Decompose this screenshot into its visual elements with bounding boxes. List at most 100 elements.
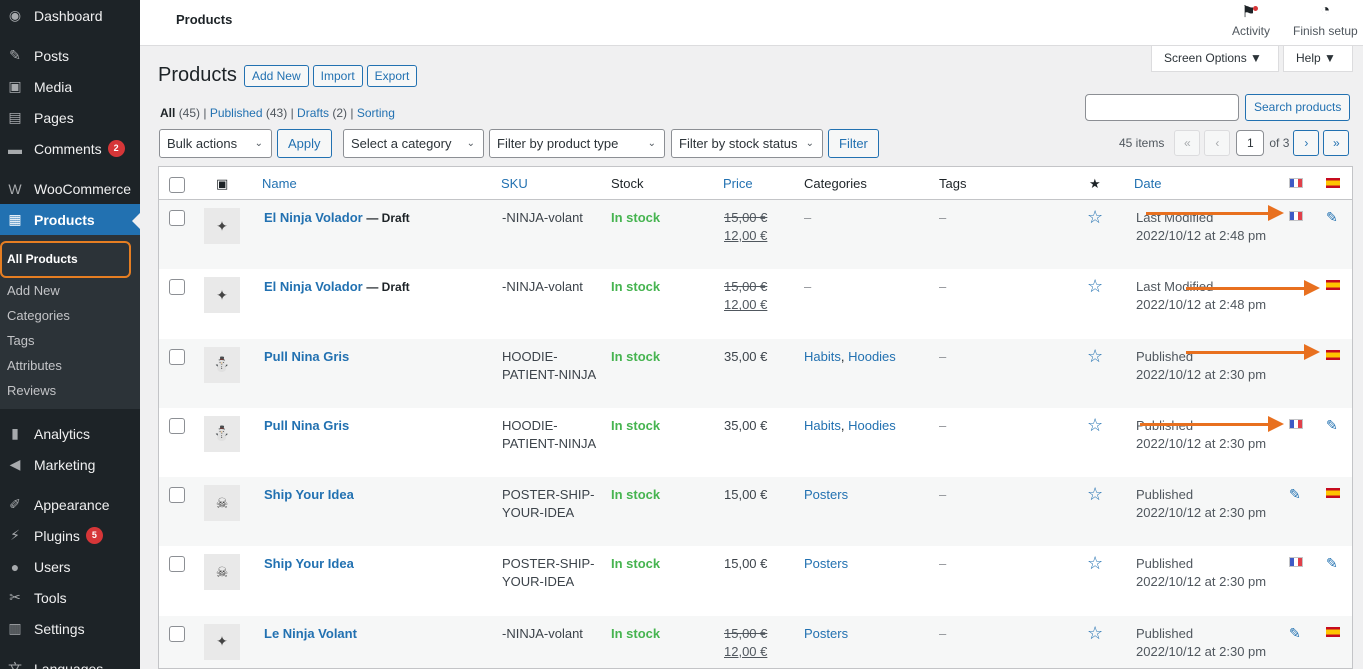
- sidebar-item-analytics[interactable]: ▮ Analytics: [0, 418, 140, 449]
- category-link[interactable]: Posters: [804, 556, 848, 571]
- product-thumbnail[interactable]: ✦: [204, 208, 240, 244]
- category-link[interactable]: Habits: [804, 349, 841, 364]
- help-button[interactable]: Help ▼: [1283, 46, 1353, 72]
- column-sku[interactable]: SKU: [501, 176, 528, 191]
- column-price[interactable]: Price: [723, 176, 753, 191]
- category-link[interactable]: Hoodies: [848, 418, 896, 433]
- screen-options-button[interactable]: Screen Options ▼: [1151, 46, 1279, 72]
- row-checkbox[interactable]: [169, 348, 185, 365]
- sidebar-item-pages[interactable]: ▤ Pages: [0, 102, 140, 133]
- view-all[interactable]: All: [160, 106, 175, 120]
- flag-es-icon[interactable]: [1326, 488, 1340, 499]
- category-link[interactable]: Hoodies: [848, 349, 896, 364]
- date-value: 2022/10/12 at 2:48 pm: [1136, 297, 1267, 313]
- edit-translation-es-icon[interactable]: ✎: [1326, 209, 1338, 226]
- product-name-cell: Le Ninja Volant: [264, 625, 357, 643]
- flag-fr-icon[interactable]: [1289, 211, 1303, 221]
- submenu-all-products[interactable]: All Products: [0, 241, 131, 278]
- product-type-select[interactable]: Filter by product type ⌄: [489, 129, 665, 158]
- submenu-add-new[interactable]: Add New: [0, 278, 140, 303]
- last-page-button[interactable]: »: [1323, 130, 1350, 156]
- sidebar-item-products[interactable]: ▦ Products: [0, 204, 140, 235]
- row-checkbox[interactable]: [169, 210, 185, 226]
- edit-translation-fr-icon[interactable]: ✎: [1289, 486, 1301, 503]
- submenu-categories[interactable]: Categories: [0, 303, 140, 328]
- product-name-link[interactable]: Ship Your Idea: [264, 556, 354, 571]
- sidebar-item-comments[interactable]: ▬ Comments 2: [0, 133, 140, 164]
- annotation-arrow: [1186, 344, 1320, 360]
- product-thumbnail[interactable]: ✦: [204, 623, 240, 660]
- product-thumbnail[interactable]: ⛄: [204, 346, 240, 383]
- submenu-attributes[interactable]: Attributes: [0, 353, 140, 378]
- featured-star-icon[interactable]: ☆: [1087, 346, 1103, 367]
- add-new-button[interactable]: Add New: [243, 64, 309, 87]
- category-select[interactable]: Select a category ⌄: [343, 129, 484, 158]
- product-name-link[interactable]: Pull Nina Gris: [264, 349, 349, 364]
- featured-star-icon[interactable]: ☆: [1087, 415, 1103, 436]
- column-date[interactable]: Date: [1134, 176, 1161, 191]
- column-name[interactable]: Name: [262, 176, 297, 191]
- view-published[interactable]: Published: [210, 106, 263, 120]
- bulk-actions-select[interactable]: Bulk actions ⌄: [159, 129, 272, 158]
- flag-es-icon[interactable]: [1326, 349, 1340, 360]
- flag-fr-icon[interactable]: [1289, 557, 1303, 568]
- sidebar-item-plugins[interactable]: ⚡ Plugins 5: [0, 520, 140, 551]
- import-button[interactable]: Import: [312, 64, 363, 87]
- sidebar-item-tools[interactable]: ✂ Tools: [0, 582, 140, 613]
- view-sorting[interactable]: Sorting: [357, 106, 395, 120]
- sidebar-item-marketing[interactable]: ◀ Marketing: [0, 449, 140, 480]
- activity-button[interactable]: ⚑ Activity: [1232, 2, 1270, 38]
- next-page-button[interactable]: ›: [1293, 130, 1320, 156]
- product-name-link[interactable]: El Ninja Volador: [264, 279, 363, 294]
- edit-translation-es-icon[interactable]: ✎: [1326, 555, 1338, 572]
- row-checkbox[interactable]: [169, 625, 185, 642]
- featured-star-icon[interactable]: ☆: [1087, 207, 1103, 228]
- category-link[interactable]: Habits: [804, 418, 841, 433]
- sidebar-item-languages[interactable]: 文 Languages: [0, 653, 140, 669]
- date-status: Published: [1136, 556, 1194, 572]
- row-checkbox[interactable]: [169, 556, 185, 573]
- category-link[interactable]: Posters: [804, 487, 848, 502]
- product-thumbnail[interactable]: ✦: [204, 277, 240, 314]
- search-products-button[interactable]: Search products: [1245, 94, 1351, 121]
- sidebar-item-media[interactable]: ▣ Media: [0, 71, 140, 102]
- sidebar-item-posts[interactable]: ✎ Posts: [0, 40, 140, 71]
- search-input[interactable]: [1085, 94, 1239, 121]
- row-checkbox[interactable]: [169, 279, 185, 296]
- row-checkbox[interactable]: [169, 417, 185, 434]
- row-checkbox[interactable]: [169, 487, 185, 504]
- export-button[interactable]: Export: [366, 64, 418, 87]
- sidebar-item-users[interactable]: ● Users: [0, 551, 140, 582]
- sidebar-item-dashboard[interactable]: ◉ Dashboard: [0, 0, 140, 31]
- apply-button[interactable]: Apply: [277, 129, 332, 158]
- edit-translation-es-icon[interactable]: ✎: [1326, 417, 1338, 434]
- product-name-link[interactable]: Pull Nina Gris: [264, 418, 349, 433]
- finish-setup-button[interactable]: ◔ Finish setup: [1293, 2, 1358, 38]
- product-thumbnail[interactable]: ⛄: [204, 415, 240, 452]
- edit-translation-fr-icon[interactable]: ✎: [1289, 625, 1301, 642]
- price-cell: 35,00 €: [724, 348, 767, 366]
- filter-button[interactable]: Filter: [828, 129, 879, 158]
- submenu-reviews[interactable]: Reviews: [0, 378, 140, 403]
- featured-star-icon[interactable]: ☆: [1087, 553, 1103, 574]
- product-thumbnail[interactable]: ☠: [204, 485, 240, 522]
- view-drafts[interactable]: Drafts: [297, 106, 329, 120]
- product-name-link[interactable]: Le Ninja Volant: [264, 626, 357, 641]
- product-thumbnail[interactable]: ☠: [204, 554, 240, 591]
- stock-status-select[interactable]: Filter by stock status ⌄: [671, 129, 823, 158]
- flag-fr-icon[interactable]: [1289, 418, 1303, 429]
- product-name-link[interactable]: Ship Your Idea: [264, 487, 354, 502]
- featured-star-icon[interactable]: ☆: [1087, 623, 1103, 644]
- category-link[interactable]: Posters: [804, 626, 848, 641]
- product-name-link[interactable]: El Ninja Volador: [264, 210, 363, 225]
- flag-es-icon[interactable]: [1326, 626, 1340, 637]
- submenu-tags[interactable]: Tags: [0, 328, 140, 353]
- select-all-checkbox[interactable]: [169, 177, 185, 193]
- sidebar-item-settings[interactable]: ▥ Settings: [0, 613, 140, 644]
- featured-star-icon[interactable]: ☆: [1087, 484, 1103, 505]
- sidebar-item-woocommerce[interactable]: W WooCommerce: [0, 173, 140, 204]
- current-page-input[interactable]: 1: [1236, 130, 1265, 156]
- flag-es-icon[interactable]: [1326, 280, 1340, 291]
- featured-star-icon[interactable]: ☆: [1087, 276, 1103, 297]
- sidebar-item-appearance[interactable]: ✐ Appearance: [0, 489, 140, 520]
